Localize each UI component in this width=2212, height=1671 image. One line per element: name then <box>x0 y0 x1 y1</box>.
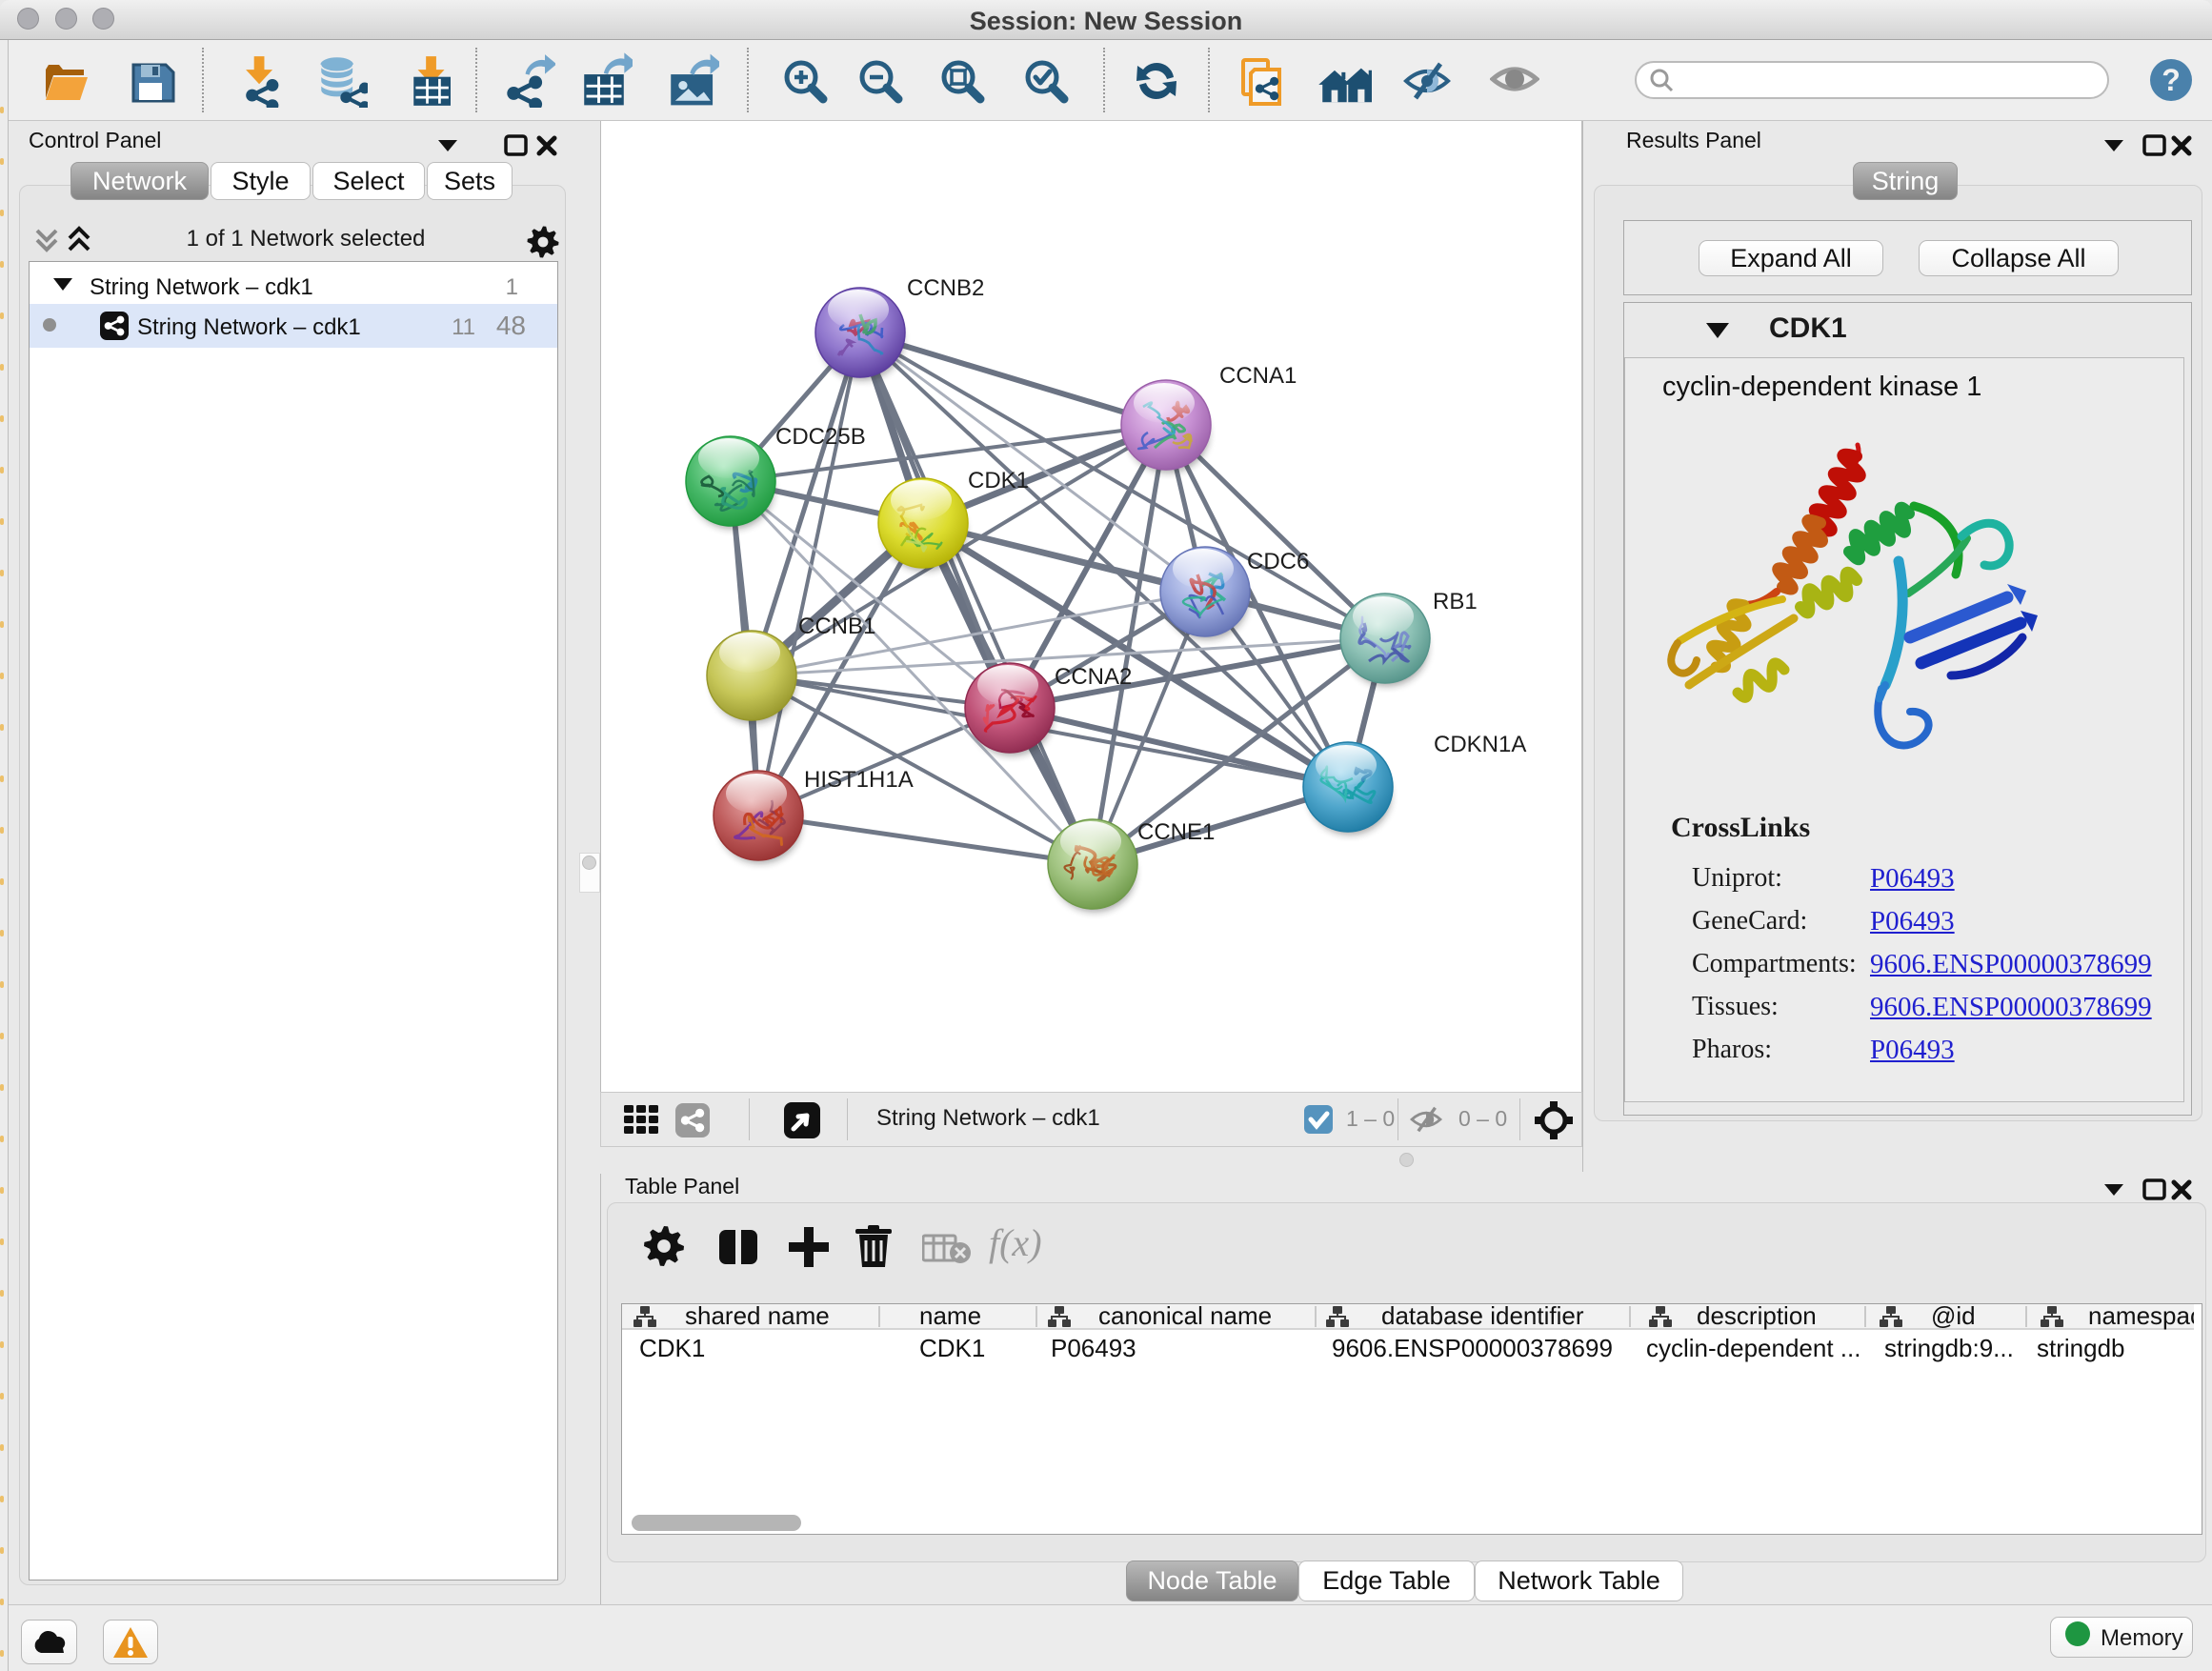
svg-text:CCNA2: CCNA2 <box>1055 664 1132 690</box>
svg-text:stringdb: stringdb <box>2037 1334 2125 1362</box>
svg-text:11: 11 <box>452 314 475 340</box>
svg-text:description: description <box>1697 1304 1817 1330</box>
svg-text:CDK1: CDK1 <box>968 468 1029 493</box>
svg-text:CDC25B: CDC25B <box>775 424 866 450</box>
svg-text:CDC6: CDC6 <box>1247 549 1309 574</box>
svg-text:RB1: RB1 <box>1433 589 1478 614</box>
svg-text:CDKN1A: CDKN1A <box>1434 732 1526 757</box>
svg-text:1: 1 <box>506 274 518 300</box>
svg-text:CDK1: CDK1 <box>919 1334 985 1362</box>
svg-text:P06493: P06493 <box>1051 1334 1136 1362</box>
svg-text:CCNB1: CCNB1 <box>798 614 875 639</box>
svg-text:String Network – cdk1: String Network – cdk1 <box>137 314 361 340</box>
svg-text:String Network – cdk1: String Network – cdk1 <box>90 274 313 300</box>
svg-text:HIST1H1A: HIST1H1A <box>804 767 914 793</box>
svg-text:48: 48 <box>496 311 526 340</box>
svg-text:9606.ENSP00000378699: 9606.ENSP00000378699 <box>1332 1334 1613 1362</box>
svg-text:shared name: shared name <box>685 1304 830 1330</box>
svg-text:CCNB2: CCNB2 <box>907 275 984 301</box>
svg-text:canonical name: canonical name <box>1098 1304 1272 1330</box>
svg-text:name: name <box>919 1304 981 1330</box>
svg-text:?: ? <box>2162 63 2181 97</box>
svg-text:CDK1: CDK1 <box>639 1334 705 1362</box>
svg-text:cyclin-dependent ...: cyclin-dependent ... <box>1646 1334 1860 1362</box>
svg-text:namespace: namespace <box>2088 1304 2194 1330</box>
svg-text:stringdb:9...: stringdb:9... <box>1884 1334 2014 1362</box>
svg-text:@id: @id <box>1931 1304 1976 1330</box>
svg-text:CCNA1: CCNA1 <box>1219 363 1297 389</box>
svg-text:CCNE1: CCNE1 <box>1137 819 1215 845</box>
svg-text:database identifier: database identifier <box>1381 1304 1584 1330</box>
